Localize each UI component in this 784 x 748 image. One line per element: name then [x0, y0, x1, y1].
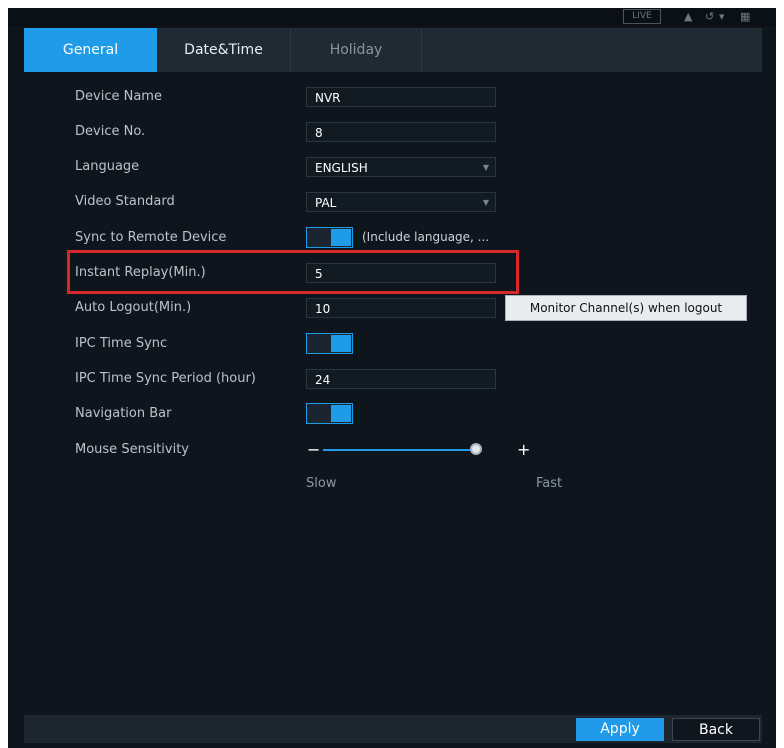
video-standard-select[interactable]: PAL ▼ — [306, 192, 496, 212]
navigation-bar-toggle[interactable] — [306, 403, 353, 424]
toggle-knob — [331, 405, 351, 422]
sync-remote-toggle[interactable] — [306, 227, 353, 248]
device-name-input[interactable]: NVR — [306, 87, 496, 107]
video-standard-value: PAL — [315, 196, 337, 210]
tab-date-time[interactable]: Date&Time — [157, 28, 290, 72]
apply-button[interactable]: Apply — [576, 718, 664, 741]
slider-minus-button[interactable]: − — [307, 442, 320, 458]
navigation-bar-label: Navigation Bar — [75, 406, 172, 421]
user-icon[interactable]: ▲ — [684, 10, 692, 23]
slider-slow-label: Slow — [306, 476, 337, 491]
monitor-channel-tooltip: Monitor Channel(s) when logout — [505, 295, 747, 321]
settings-window: LIVE ▲ ↺ ▾ ▦ General Date&Time Holiday D… — [8, 8, 776, 748]
bottom-action-bar: Apply Back — [24, 715, 762, 743]
language-select[interactable]: ENGLISH ▼ — [306, 157, 496, 177]
chevron-down-icon[interactable]: ▾ — [719, 10, 725, 23]
mouse-sensitivity-slider-handle[interactable] — [470, 443, 482, 455]
live-badge[interactable]: LIVE — [623, 9, 661, 24]
tab-general[interactable]: General — [24, 28, 157, 72]
slider-plus-button[interactable]: + — [517, 442, 530, 458]
toggle-knob — [331, 229, 351, 246]
device-no-input[interactable]: 8 — [306, 122, 496, 142]
tab-holiday[interactable]: Holiday — [291, 28, 421, 72]
sync-remote-label: Sync to Remote Device — [75, 230, 227, 245]
chevron-down-icon: ▼ — [482, 163, 489, 172]
slider-fast-label: Fast — [536, 476, 563, 491]
grid-icon[interactable]: ▦ — [740, 10, 750, 23]
sync-remote-note: (Include language, ... — [362, 230, 490, 244]
device-name-label: Device Name — [75, 89, 162, 104]
language-value: ENGLISH — [315, 161, 368, 175]
mouse-sensitivity-label: Mouse Sensitivity — [75, 442, 189, 457]
ipc-time-sync-period-label: IPC Time Sync Period (hour) — [75, 371, 256, 386]
auto-logout-label: Auto Logout(Min.) — [75, 300, 192, 315]
video-standard-label: Video Standard — [75, 194, 175, 209]
top-status-bar: LIVE ▲ ↺ ▾ ▦ — [8, 8, 776, 27]
toggle-knob — [331, 335, 351, 352]
tab-bar: General Date&Time Holiday — [24, 28, 762, 72]
ipc-time-sync-period-input[interactable]: 24 — [306, 369, 496, 389]
ipc-time-sync-label: IPC Time Sync — [75, 336, 168, 351]
ipc-time-sync-toggle[interactable] — [306, 333, 353, 354]
auto-logout-input[interactable]: 10 — [306, 298, 496, 318]
mouse-sensitivity-slider-track[interactable] — [323, 449, 473, 451]
logout-icon[interactable]: ↺ — [705, 10, 714, 23]
back-button[interactable]: Back — [672, 718, 760, 741]
language-label: Language — [75, 159, 140, 174]
tab-divider — [421, 28, 422, 72]
highlight-box — [67, 250, 519, 294]
chevron-down-icon: ▼ — [482, 198, 489, 207]
device-no-label: Device No. — [75, 124, 146, 139]
